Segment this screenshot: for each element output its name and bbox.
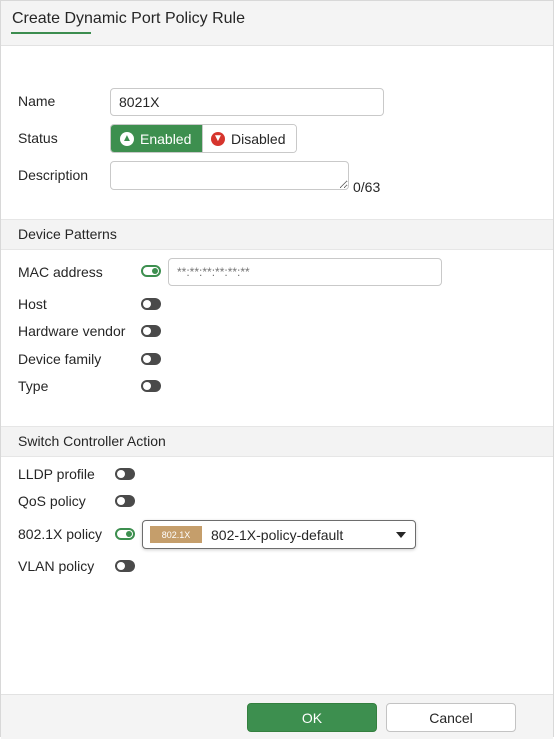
type-label: Type	[18, 378, 49, 394]
status-disabled-label: Disabled	[231, 130, 286, 147]
dialog-title: Create Dynamic Port Policy Rule	[12, 10, 245, 27]
status-enabled-button[interactable]: ▲ Enabled	[111, 125, 202, 152]
dot1x-badge: 802.1X	[150, 526, 202, 543]
dot1x-policy-toggle[interactable]	[115, 528, 135, 540]
mac-address-label: MAC address	[18, 264, 103, 280]
mac-address-toggle[interactable]	[141, 265, 161, 277]
device-family-toggle[interactable]	[141, 353, 161, 365]
status-label: Status	[18, 130, 58, 146]
vlan-policy-toggle[interactable]	[115, 560, 135, 572]
lldp-profile-toggle[interactable]	[115, 468, 135, 480]
title-underline	[11, 32, 91, 34]
name-label: Name	[18, 93, 56, 109]
qos-policy-toggle[interactable]	[115, 495, 135, 507]
status-enabled-label: Enabled	[140, 130, 192, 147]
arrow-up-circle-icon: ▲	[120, 131, 134, 146]
mac-address-input[interactable]	[168, 258, 442, 286]
name-input[interactable]	[110, 88, 384, 116]
description-label: Description	[18, 167, 89, 183]
qos-policy-label: QoS policy	[18, 493, 86, 509]
cancel-button[interactable]: Cancel	[386, 703, 516, 732]
description-textarea[interactable]	[110, 161, 349, 190]
dot1x-policy-select[interactable]: 802.1X 802-1X-policy-default	[142, 520, 416, 549]
dynamic-port-policy-dialog: Create Dynamic Port Policy Rule Name Sta…	[0, 0, 554, 739]
switch-controller-action-title: Switch Controller Action	[18, 433, 166, 449]
dot1x-policy-value: 802-1X-policy-default	[211, 526, 344, 543]
status-toggle-group: ▲ Enabled ▼ Disabled	[110, 124, 297, 153]
device-patterns-title: Device Patterns	[18, 226, 117, 242]
dot1x-policy-label: 802.1X policy	[18, 526, 103, 542]
ok-button[interactable]: OK	[247, 703, 377, 732]
type-toggle[interactable]	[141, 380, 161, 392]
dialog-footer: OK Cancel	[1, 694, 553, 739]
status-disabled-button[interactable]: ▼ Disabled	[202, 125, 296, 152]
host-label: Host	[18, 296, 47, 312]
lldp-profile-label: LLDP profile	[18, 466, 95, 482]
caret-down-icon	[396, 532, 406, 538]
host-toggle[interactable]	[141, 298, 161, 310]
hardware-vendor-toggle[interactable]	[141, 325, 161, 337]
switch-controller-action-section-header: Switch Controller Action	[1, 426, 553, 457]
description-char-counter: 0/63	[353, 179, 381, 195]
arrow-down-circle-icon: ▼	[211, 131, 225, 146]
device-patterns-section-header: Device Patterns	[1, 219, 553, 250]
dialog-header: Create Dynamic Port Policy Rule	[1, 1, 553, 46]
vlan-policy-label: VLAN policy	[18, 558, 95, 574]
hardware-vendor-label: Hardware vendor	[18, 323, 126, 339]
device-family-label: Device family	[18, 351, 102, 367]
